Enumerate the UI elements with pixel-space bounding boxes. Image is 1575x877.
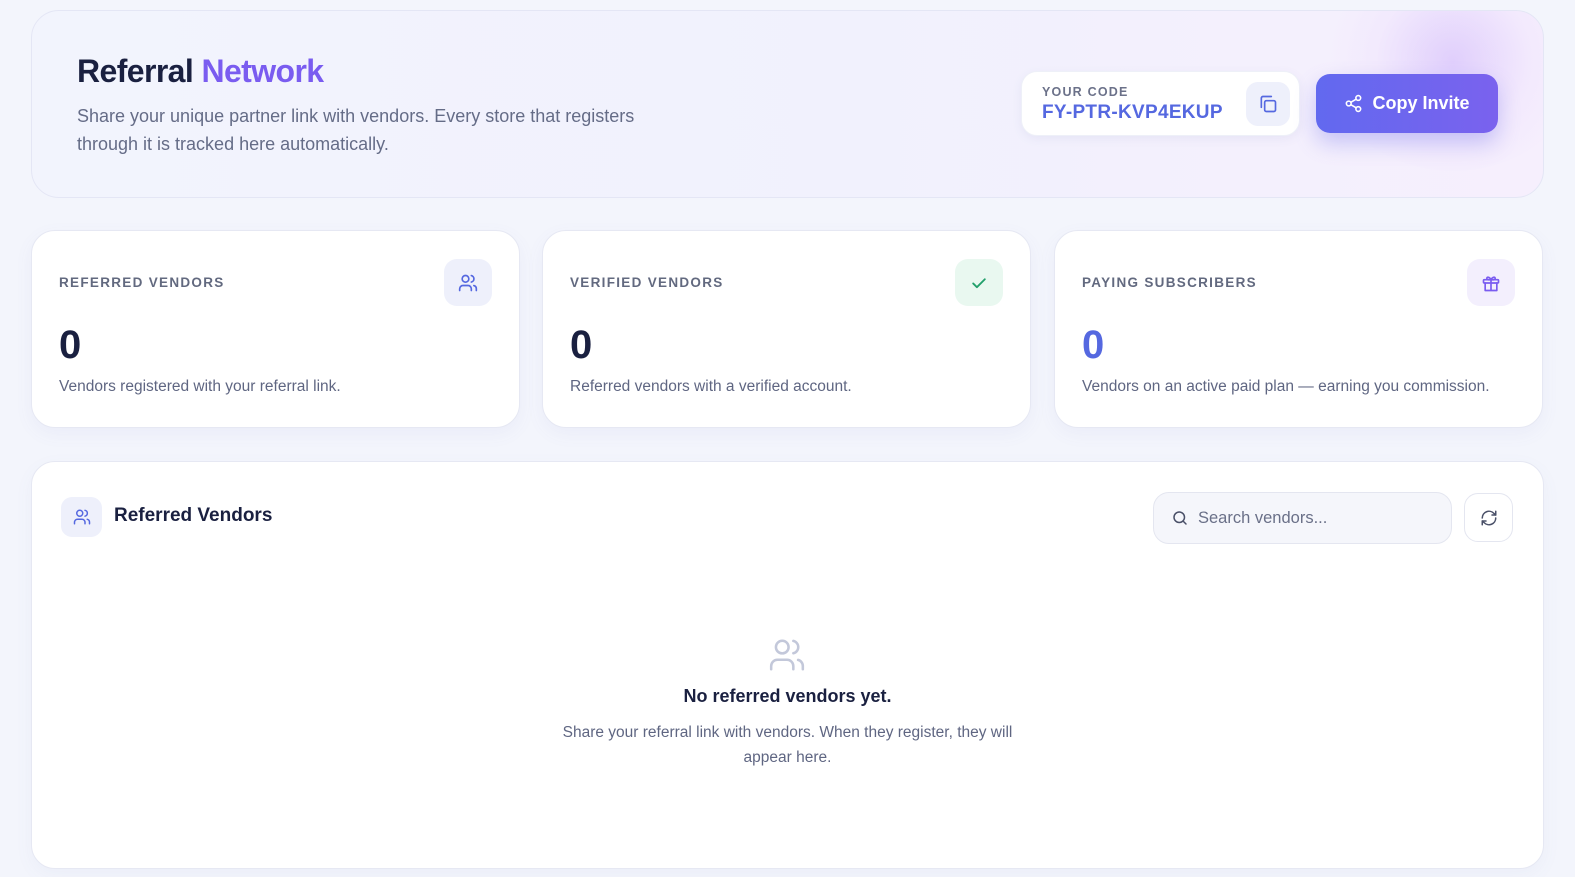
stat-description: Vendors registered with your referral li… (59, 378, 341, 395)
page-title-accent: Network (201, 53, 324, 89)
panel-title: Referred Vendors (114, 505, 273, 526)
share-icon (1346, 94, 1362, 113)
stat-label: REFERRED VENDORS (59, 275, 225, 290)
stat-label: VERIFIED VENDORS (570, 275, 724, 290)
stat-description: Vendors on an active paid plan — earning… (1082, 378, 1490, 395)
referral-code-value: FY-PTR-KVP4EKUP (1042, 102, 1223, 123)
users-icon (458, 274, 478, 291)
stat-icon-box (955, 259, 1003, 306)
empty-users-icon (769, 639, 805, 671)
referral-code-box: YOUR CODE FY-PTR-KVP4EKUP (1021, 71, 1300, 136)
panel-icon-box (61, 497, 102, 537)
page-title: Referral Network (77, 53, 324, 90)
refresh-button[interactable] (1464, 493, 1513, 542)
copy-code-button[interactable] (1246, 82, 1290, 126)
check-icon (972, 277, 986, 288)
stat-value: 0 (59, 323, 82, 367)
stat-value: 0 (1082, 323, 1105, 367)
refresh-icon (1481, 510, 1496, 525)
stat-icon-box (444, 259, 492, 306)
empty-state-description: Share your referral link with vendors. W… (562, 724, 1013, 766)
copy-icon (1260, 95, 1277, 113)
stat-card-paying-subscribers: PAYING SUBSCRIBERS 0 Vendors on an activ… (1054, 230, 1543, 428)
gift-icon (1482, 275, 1500, 291)
page-title-main: Referral (77, 53, 194, 89)
vendor-search-box[interactable] (1153, 492, 1452, 544)
stat-value: 0 (570, 323, 593, 367)
page-subtitle: Share your unique partner link with vend… (77, 106, 635, 154)
search-icon (1173, 511, 1187, 525)
referred-vendors-panel: Referred Vendors No referred vendors yet… (31, 461, 1544, 869)
copy-invite-label: Copy Invite (1372, 93, 1470, 113)
stat-label: PAYING SUBSCRIBERS (1082, 275, 1257, 290)
copy-invite-button[interactable]: Copy Invite (1316, 74, 1498, 133)
users-icon (73, 509, 90, 525)
referral-hero: Referral Network Share your unique partn… (31, 10, 1544, 198)
stat-card-referred-vendors: REFERRED VENDORS 0 Vendors registered wi… (31, 230, 520, 428)
vendor-search-input[interactable] (1198, 493, 1443, 543)
stat-description: Referred vendors with a verified account… (570, 378, 852, 395)
stat-card-verified-vendors: VERIFIED VENDORS 0 Referred vendors with… (542, 230, 1031, 428)
stat-icon-box (1467, 259, 1515, 306)
referral-code-label: YOUR CODE (1042, 85, 1129, 99)
empty-state-title: No referred vendors yet. (683, 686, 892, 706)
